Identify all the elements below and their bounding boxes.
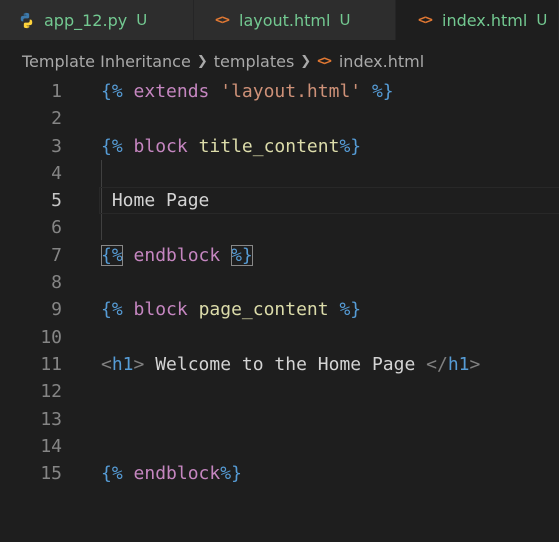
- tab-bar: app_12.py U <> layout.html U <> index.ht…: [0, 0, 559, 40]
- code-token: endblock: [133, 463, 221, 485]
- code-token: >: [469, 353, 481, 375]
- breadcrumb-folder[interactable]: Template Inheritance: [22, 52, 191, 71]
- line-number: 12: [40, 381, 62, 403]
- code-token: %}: [339, 299, 362, 321]
- html-icon: <>: [317, 53, 332, 69]
- line-number: 1: [51, 81, 62, 102]
- tab-label: layout.html: [239, 10, 331, 30]
- line-number: 3: [51, 135, 62, 157]
- code-editor: app_12.py U <> layout.html U <> index.ht…: [0, 0, 559, 542]
- code-line[interactable]: 10: [0, 324, 559, 351]
- code-line[interactable]: 14: [0, 433, 559, 460]
- line-number: 10: [40, 326, 62, 348]
- tab-label: index.html: [442, 10, 528, 30]
- code-line[interactable]: 15 {% endblock%}: [0, 460, 559, 487]
- line-content: {% block title_content%}: [101, 133, 361, 160]
- code-line[interactable]: 5 Home Page: [0, 187, 559, 215]
- code-token: %}: [339, 135, 362, 157]
- line-number: 4: [51, 162, 62, 184]
- tab-label: app_12.py: [44, 10, 128, 30]
- line-number: 6: [51, 217, 62, 239]
- breadcrumb: Template Inheritance ❯ templates ❯ <> in…: [0, 40, 559, 82]
- untracked-badge: U: [339, 11, 351, 29]
- chevron-right-icon: ❯: [196, 53, 208, 69]
- code-line[interactable]: 2: [0, 105, 559, 132]
- breadcrumb-file[interactable]: index.html: [339, 52, 424, 71]
- breadcrumb-subfolder[interactable]: templates: [214, 52, 295, 71]
- html-icon: <>: [215, 12, 230, 28]
- line-number: 8: [51, 272, 62, 294]
- line-content: {% endblock %}: [101, 242, 253, 269]
- code-token: </: [426, 353, 448, 375]
- chevron-right-icon: ❯: [300, 53, 312, 69]
- code-token: extends: [133, 81, 210, 102]
- code-token: h1: [111, 353, 134, 375]
- line-number: 5: [51, 190, 62, 212]
- code-token: endblock: [133, 244, 221, 266]
- code-token: page_content: [198, 299, 329, 321]
- code-token: {%: [101, 81, 123, 102]
- code-line[interactable]: 3 {% block title_content%}: [0, 133, 559, 160]
- code-token: block: [133, 299, 188, 321]
- line-number: 2: [51, 108, 62, 130]
- code-token: {%: [101, 299, 123, 321]
- code-token: Home Page: [101, 190, 210, 212]
- code-line[interactable]: 4: [0, 160, 559, 187]
- line-number: 7: [51, 244, 62, 266]
- untracked-badge: U: [136, 11, 148, 29]
- line-content: Home Page: [101, 187, 210, 214]
- code-line[interactable]: 6: [0, 214, 559, 241]
- code-token: {%: [101, 463, 123, 485]
- line-number: 13: [40, 408, 62, 430]
- line-number: 14: [40, 435, 62, 457]
- code-token: {%: [101, 135, 123, 157]
- untracked-badge: U: [536, 11, 548, 29]
- html-icon: <>: [418, 12, 433, 28]
- line-number: 15: [40, 463, 62, 485]
- code-token: block: [133, 135, 188, 157]
- line-content: {% extends 'layout.html' %}: [101, 78, 394, 105]
- code-token: Welcome to the Home Page: [144, 353, 427, 375]
- code-token: 'layout.html': [220, 81, 362, 102]
- tab-index-html[interactable]: <> index.html U: [396, 0, 559, 40]
- line-number: 9: [51, 299, 62, 321]
- python-icon: [18, 12, 35, 29]
- code-line[interactable]: 7 {% endblock %}: [0, 242, 559, 269]
- tab-app-12-py[interactable]: app_12.py U: [0, 0, 194, 40]
- line-content: {% block page_content %}: [101, 296, 361, 323]
- code-line[interactable]: 12: [0, 378, 559, 405]
- code-token: title_content: [198, 135, 340, 157]
- code-token: {%: [101, 244, 123, 266]
- code-line[interactable]: 13: [0, 406, 559, 433]
- code-token: h1: [447, 353, 470, 375]
- code-token: <: [101, 353, 112, 375]
- code-token: %}: [220, 463, 242, 485]
- code-line[interactable]: 11 <h1> Welcome to the Home Page </h1>: [0, 351, 559, 378]
- code-line[interactable]: 8: [0, 269, 559, 296]
- code-token: >: [133, 353, 145, 375]
- code-token: %}: [371, 81, 394, 102]
- line-content: <h1> Welcome to the Home Page </h1>: [101, 351, 480, 378]
- line-number: 11: [40, 353, 62, 375]
- code-line[interactable]: 1 {% extends 'layout.html' %}: [0, 78, 559, 105]
- code-area[interactable]: 1 {% extends 'layout.html' %} 2 3 {% block t…: [0, 78, 559, 487]
- line-content: {% endblock%}: [101, 460, 242, 487]
- code-token: %}: [231, 244, 253, 266]
- tab-layout-html[interactable]: <> layout.html U: [194, 0, 396, 40]
- code-line[interactable]: 9 {% block page_content %}: [0, 296, 559, 323]
